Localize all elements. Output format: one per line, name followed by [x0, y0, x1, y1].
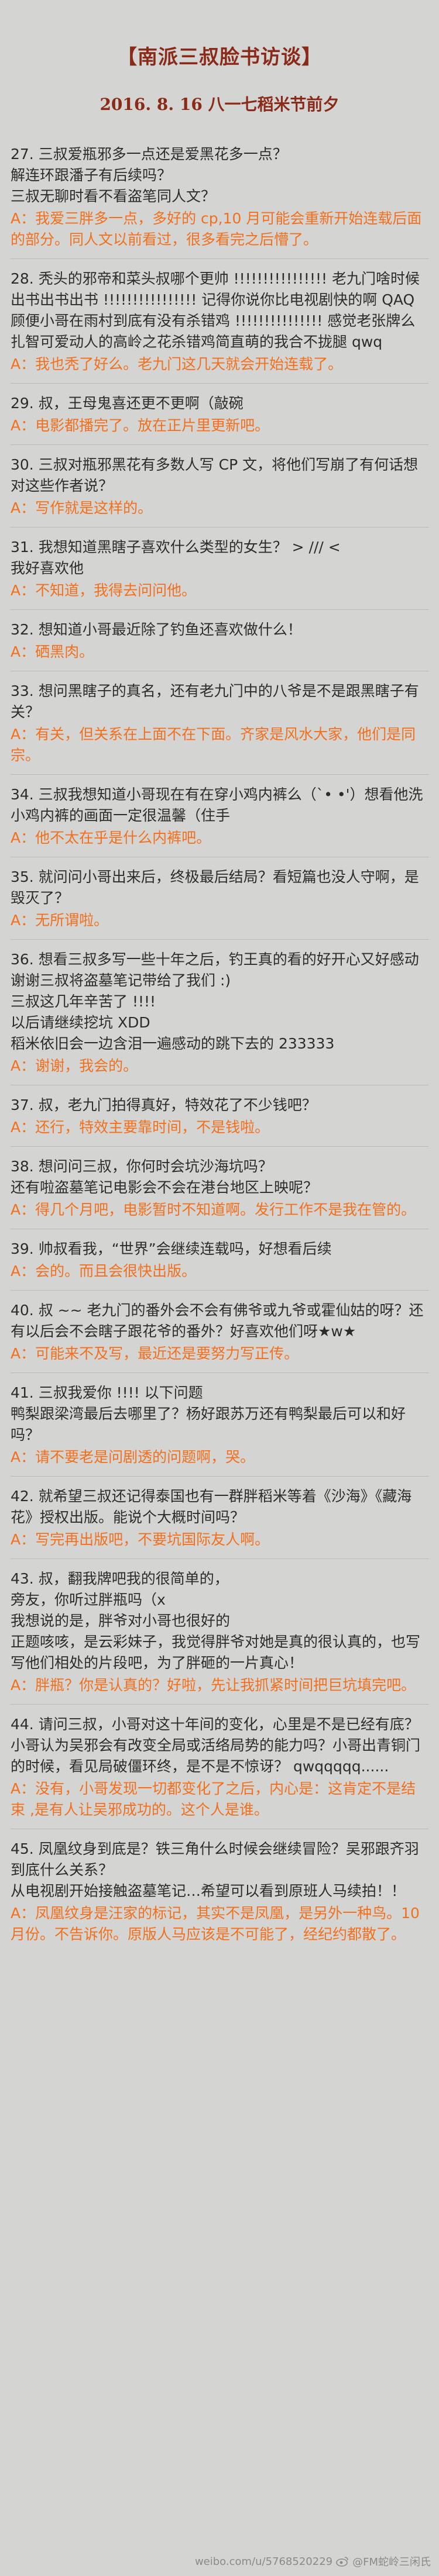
- weibo-icon: [336, 2557, 348, 2567]
- page-subtitle: 2016. 8. 16 八一七稻米节前夕: [100, 95, 339, 114]
- question-text: 37. 叔，老九门拍得真好，特效花了不少钱吧？: [11, 1096, 317, 1113]
- question-text: 40. 叔 ~~ 老九门的番外会不会有佛爷或九爷或霍仙姑的呀？还有以后会不会瞎子…: [11, 1302, 424, 1340]
- qa-item: 27. 三叔爱瓶邪多一点还是爱黑花多一点？ 解连环跟潘子有后续吗？ 三叔无聊时看…: [11, 135, 428, 258]
- qa-item: 41. 三叔我爱你 !!!! 以下问题 鸭梨跟梁湾最后去哪里了？杨好跟苏万还有鸭…: [11, 1373, 428, 1476]
- question-text: 32. 想知道小哥最近除了钓鱼还喜欢做什么！: [11, 621, 302, 638]
- qa-item: 37. 叔，老九门拍得真好，特效花了不少钱吧？ A：还行，特效主要靠时间，不是钱啦…: [11, 1085, 428, 1146]
- watermark: weibo.com/u/5768520229 @FM蛇岭三闲氏: [195, 2554, 431, 2569]
- question-text: 44. 请问三叔，小哥对这十年间的变化，心里是不是已经有底？小哥认为吴邪会有改变…: [11, 1716, 421, 1775]
- qa-item: 30. 三叔对瓶邪黑花有多数人写 CP 文，将他们写崩了有何话想对这些作者说？ A…: [11, 444, 428, 527]
- qa-item: 28. 秃头的邪帝和菜头叔哪个更帅 !!!!!!!!!!!!!!!! 老九门啥时…: [11, 258, 428, 383]
- qa-item: 29. 叔，王母鬼喜还更不更啊（敲碗 A：电影都播完了。放在正片里更新吧。: [11, 383, 428, 444]
- answer-text: A：没有，小哥发现一切都变化了之后，内心是：这肯定不是结束 ,是有人让吴邪成功的…: [11, 1780, 416, 1818]
- answer-text: A：写作就是这样的。: [11, 499, 153, 516]
- answer-text: A：电影都播完了。放在正片里更新吧。: [11, 417, 270, 434]
- question-text: 29. 叔，王母鬼喜还更不更啊（敲碗: [11, 395, 243, 412]
- qa-item: 45. 凤凰纹身到底是？铁三角什么时候会继续冒险？吴邪跟齐羽到底什么关系？ 从电…: [11, 1829, 428, 1953]
- answer-text: A：谢谢，我会的。: [11, 1057, 138, 1074]
- answer-text: A：得几个月吧，电影暂时不知道啊。发行工作不是我在管的。: [11, 1201, 416, 1218]
- question-text: 27. 三叔爱瓶邪多一点还是爱黑花多一点？ 解连环跟潘子有后续吗？ 三叔无聊时看…: [11, 146, 287, 205]
- qa-item: 44. 请问三叔，小哥对这十年间的变化，心里是不是已经有底？小哥认为吴邪会有改变…: [11, 1704, 428, 1829]
- answer-text: A：有关，但关系在上面不在下面。齐家是风水大家，他们是同宗。: [11, 726, 416, 764]
- qa-list: 27. 三叔爱瓶邪多一点还是爱黑花多一点？ 解连环跟潘子有后续吗？ 三叔无聊时看…: [0, 135, 439, 1953]
- answer-text: A：请不要老是问剧透的问题啊，哭。: [11, 1449, 255, 1465]
- page: 【南派三叔脸书访谈】 2016. 8. 16 八一七稻米节前夕 27. 三叔爱瓶…: [0, 0, 439, 2576]
- question-text: 28. 秃头的邪帝和菜头叔哪个更帅 !!!!!!!!!!!!!!!! 老九门啥时…: [11, 270, 420, 350]
- answer-text: A：他不太在乎是什么内裤吧。: [11, 829, 211, 846]
- question-text: 38. 想问问三叔，你何时会坑沙海坑吗？ 还有啦盗墓笔记电影会不会在港台地区上映…: [11, 1158, 318, 1196]
- answer-text: A：还行，特效主要靠时间，不是钱啦。: [11, 1119, 270, 1136]
- qa-item: 40. 叔 ~~ 老九门的番外会不会有佛爷或九爷或霍仙姑的呀？还有以后会不会瞎子…: [11, 1290, 428, 1373]
- answer-text: A：凤凰纹身是汪家的标记，其实不是凤凰，是另外一种鸟。10 月份。不告诉你。原版…: [11, 1905, 424, 1943]
- qa-item: 35. 就问问小哥出来后，终极最后结局？看短篇也没人守啊，是毁灭了？ A：无所谓啦…: [11, 857, 428, 939]
- question-text: 31. 我想知道黑瞎子喜欢什么类型的女生？ > /// < 我好喜欢他: [11, 539, 341, 577]
- qa-item: 36. 想看三叔多写一些十年之后，钓王真的看的好开心又好感动 谢谢三叔将盗墓笔记…: [11, 939, 428, 1085]
- answer-text: A：硒黑肉。: [11, 643, 94, 660]
- page-title: 【南派三叔脸书访谈】: [117, 46, 322, 69]
- qa-item: 42. 就希望三叔还记得泰国也有一群胖稻米等着《沙海》《藏海花》授权出版。能说个…: [11, 1476, 428, 1558]
- qa-item: 31. 我想知道黑瞎子喜欢什么类型的女生？ > /// < 我好喜欢他 A：不知道…: [11, 527, 428, 609]
- question-text: 30. 三叔对瓶邪黑花有多数人写 CP 文，将他们写崩了有何话想对这些作者说？: [11, 456, 419, 494]
- question-text: 43. 叔，翻我牌吧我的很简单的， 旁友，你听过胖瓶吗（x 我想说的是，胖爷对小…: [11, 1570, 421, 1671]
- question-text: 34. 三叔我想知道小哥现在有在穿小鸡内裤么（`• •'）想看他洗小鸡内裤的画面…: [11, 786, 423, 824]
- answer-text: A：我爱三胖多一点，多好的 cp,10 月可能会重新开始连载后面的部分。同人文以…: [11, 210, 422, 248]
- watermark-url: weibo.com/u/5768520229: [194, 2555, 333, 2568]
- answer-text: A：不知道，我得去问问他。: [11, 582, 197, 599]
- answer-text: A：会的。而且会很快出版。: [11, 1263, 197, 1280]
- watermark-handle: @FM蛇岭三闲氏: [352, 2556, 431, 2568]
- question-text: 36. 想看三叔多写一些十年之后，钓王真的看的好开心又好感动 谢谢三叔将盗墓笔记…: [11, 951, 419, 1052]
- qa-item: 32. 想知道小哥最近除了钓鱼还喜欢做什么！ A：硒黑肉。: [11, 609, 428, 671]
- qa-item: 34. 三叔我想知道小哥现在有在穿小鸡内裤么（`• •'）想看他洗小鸡内裤的画面…: [11, 774, 428, 857]
- question-text: 39. 帅叔看我，“世界”会继续连载吗，好想看后续: [11, 1240, 332, 1257]
- answer-text: A：写完再出版吧，不要坑国际友人啊。: [11, 1531, 270, 1548]
- question-text: 35. 就问问小哥出来后，终极最后结局？看短篇也没人守啊，是毁灭了？: [11, 868, 419, 906]
- answer-text: A：无所谓啦。: [11, 912, 109, 929]
- question-text: 42. 就希望三叔还记得泰国也有一群胖稻米等着《沙海》《藏海花》授权出版。能说个…: [11, 1488, 412, 1526]
- qa-item: 39. 帅叔看我，“世界”会继续连载吗，好想看后续 A：会的。而且会很快出版。: [11, 1229, 428, 1290]
- question-text: 41. 三叔我爱你 !!!! 以下问题 鸭梨跟梁湾最后去哪里了？杨好跟苏万还有鸭…: [11, 1384, 406, 1443]
- qa-item: 43. 叔，翻我牌吧我的很简单的， 旁友，你听过胖瓶吗（x 我想说的是，胖爷对小…: [11, 1558, 428, 1704]
- question-text: 33. 想问黑瞎子的真名，还有老九门中的八爷是不是跟黑瞎子有关？: [11, 682, 419, 720]
- answer-text: A：胖瓶？你是认真的？好啦，先让我抓紧时间把巨坑填完吧。: [11, 1677, 416, 1694]
- answer-text: A：我也秃了好么。老九门这几天就会开始连载了。: [11, 356, 343, 373]
- question-text: 45. 凤凰纹身到底是？铁三角什么时候会继续冒险？吴邪跟齐羽到底什么关系？ 从电…: [11, 1840, 419, 1899]
- qa-item: 38. 想问问三叔，你何时会坑沙海坑吗？ 还有啦盗墓笔记电影会不会在港台地区上映…: [11, 1146, 428, 1229]
- header: 【南派三叔脸书访谈】 2016. 8. 16 八一七稻米节前夕: [0, 0, 439, 135]
- answer-text: A：可能来不及写，最近还是要努力写正传。: [11, 1345, 299, 1362]
- qa-item: 33. 想问黑瞎子的真名，还有老九门中的八爷是不是跟黑瞎子有关？ A：有关，但关系…: [11, 671, 428, 774]
